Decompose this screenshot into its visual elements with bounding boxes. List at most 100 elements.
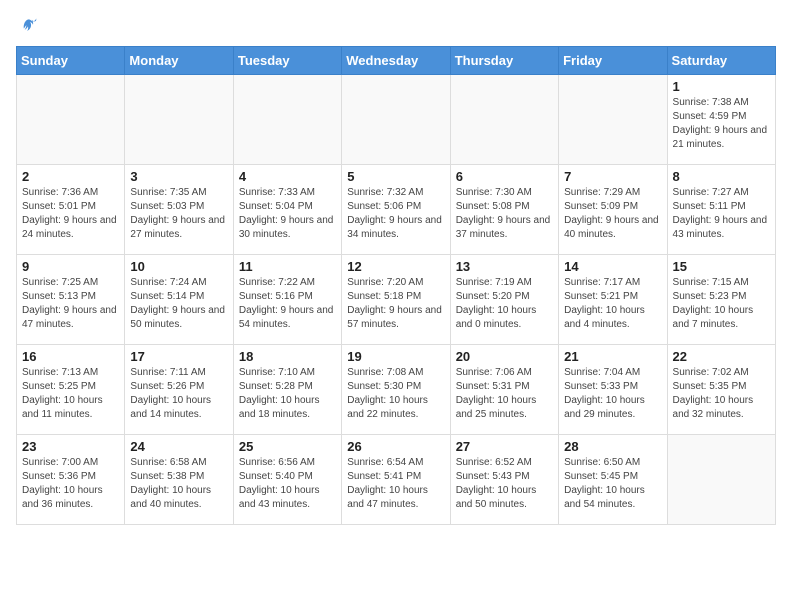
calendar-cell: 16 Sunrise: 7:13 AM Sunset: 5:25 PM Dayli… <box>17 345 125 435</box>
day-number: 3 <box>130 169 227 184</box>
day-info: Sunrise: 6:52 AM Sunset: 5:43 PM Dayligh… <box>456 456 553 512</box>
day-info: Sunrise: 7:10 AM Sunset: 5:28 PM Dayligh… <box>239 366 336 422</box>
day-number: 11 <box>239 259 336 274</box>
calendar-cell: 2 Sunrise: 7:36 AM Sunset: 5:01 PM Daylig… <box>17 165 125 255</box>
day-number: 16 <box>22 349 119 364</box>
day-info: Sunrise: 7:17 AM Sunset: 5:21 PM Dayligh… <box>564 276 661 332</box>
day-info: Sunrise: 7:15 AM Sunset: 5:23 PM Dayligh… <box>673 276 770 332</box>
weekday-header-wednesday: Wednesday <box>342 47 450 75</box>
day-info: Sunrise: 6:58 AM Sunset: 5:38 PM Dayligh… <box>130 456 227 512</box>
day-number: 13 <box>456 259 553 274</box>
day-number: 10 <box>130 259 227 274</box>
calendar-cell: 18 Sunrise: 7:10 AM Sunset: 5:28 PM Dayli… <box>233 345 341 435</box>
day-number: 19 <box>347 349 444 364</box>
day-number: 5 <box>347 169 444 184</box>
calendar-cell: 22 Sunrise: 7:02 AM Sunset: 5:35 PM Dayli… <box>667 345 775 435</box>
calendar-cell: 1 Sunrise: 7:38 AM Sunset: 4:59 PM Daylig… <box>667 75 775 165</box>
calendar-cell <box>17 75 125 165</box>
calendar-cell: 3 Sunrise: 7:35 AM Sunset: 5:03 PM Daylig… <box>125 165 233 255</box>
day-number: 12 <box>347 259 444 274</box>
day-number: 24 <box>130 439 227 454</box>
day-info: Sunrise: 7:22 AM Sunset: 5:16 PM Dayligh… <box>239 276 336 332</box>
calendar-cell <box>667 435 775 525</box>
calendar-cell: 6Sunrise: 7:30 AM Sunset: 5:08 PM Daylig… <box>450 165 558 255</box>
calendar-cell: 5Sunrise: 7:32 AM Sunset: 5:06 PM Daylig… <box>342 165 450 255</box>
calendar-cell: 20Sunrise: 7:06 AM Sunset: 5:31 PM Dayli… <box>450 345 558 435</box>
calendar-cell: 13 Sunrise: 7:19 AM Sunset: 5:20 PM Dayli… <box>450 255 558 345</box>
day-info: Sunrise: 7:36 AM Sunset: 5:01 PM Dayligh… <box>22 186 119 242</box>
day-number: 27 <box>456 439 553 454</box>
day-info: Sunrise: 7:13 AM Sunset: 5:25 PM Dayligh… <box>22 366 119 422</box>
calendar-cell: 25Sunrise: 6:56 AM Sunset: 5:40 PM Dayli… <box>233 435 341 525</box>
day-number: 23 <box>22 439 119 454</box>
calendar-cell: 27 Sunrise: 6:52 AM Sunset: 5:43 PM Dayli… <box>450 435 558 525</box>
calendar-table: SundayMondayTuesdayWednesdayThursdayFrid… <box>16 46 776 525</box>
calendar-week-row: 23 Sunrise: 7:00 AM Sunset: 5:36 PM Dayli… <box>17 435 776 525</box>
calendar-cell: 19 Sunrise: 7:08 AM Sunset: 5:30 PM Dayli… <box>342 345 450 435</box>
calendar-cell: 14 Sunrise: 7:17 AM Sunset: 5:21 PM Dayli… <box>559 255 667 345</box>
day-number: 28 <box>564 439 661 454</box>
day-number: 15 <box>673 259 770 274</box>
day-info: Sunrise: 7:25 AM Sunset: 5:13 PM Dayligh… <box>22 276 119 332</box>
weekday-header-monday: Monday <box>125 47 233 75</box>
weekday-header-row: SundayMondayTuesdayWednesdayThursdayFrid… <box>17 47 776 75</box>
calendar-cell <box>450 75 558 165</box>
calendar-cell: 7Sunrise: 7:29 AM Sunset: 5:09 PM Daylig… <box>559 165 667 255</box>
page-header <box>16 16 776 36</box>
day-info: Sunrise: 7:00 AM Sunset: 5:36 PM Dayligh… <box>22 456 119 512</box>
calendar-cell <box>125 75 233 165</box>
calendar-cell: 10 Sunrise: 7:24 AM Sunset: 5:14 PM Dayli… <box>125 255 233 345</box>
calendar-cell: 28 Sunrise: 6:50 AM Sunset: 5:45 PM Dayli… <box>559 435 667 525</box>
calendar-week-row: 9 Sunrise: 7:25 AM Sunset: 5:13 PM Daylig… <box>17 255 776 345</box>
calendar-cell: 15 Sunrise: 7:15 AM Sunset: 5:23 PM Dayli… <box>667 255 775 345</box>
day-info: Sunrise: 7:33 AM Sunset: 5:04 PM Dayligh… <box>239 186 336 242</box>
calendar-cell: 9 Sunrise: 7:25 AM Sunset: 5:13 PM Daylig… <box>17 255 125 345</box>
calendar-cell: 26 Sunrise: 6:54 AM Sunset: 5:41 PM Dayli… <box>342 435 450 525</box>
weekday-header-thursday: Thursday <box>450 47 558 75</box>
day-number: 6 <box>456 169 553 184</box>
day-number: 26 <box>347 439 444 454</box>
weekday-header-tuesday: Tuesday <box>233 47 341 75</box>
day-info: Sunrise: 7:38 AM Sunset: 4:59 PM Dayligh… <box>673 96 770 152</box>
day-number: 22 <box>673 349 770 364</box>
calendar-cell <box>342 75 450 165</box>
day-info: Sunrise: 6:50 AM Sunset: 5:45 PM Dayligh… <box>564 456 661 512</box>
day-number: 18 <box>239 349 336 364</box>
calendar-cell: 11 Sunrise: 7:22 AM Sunset: 5:16 PM Dayli… <box>233 255 341 345</box>
day-info: Sunrise: 7:08 AM Sunset: 5:30 PM Dayligh… <box>347 366 444 422</box>
day-info: Sunrise: 7:02 AM Sunset: 5:35 PM Dayligh… <box>673 366 770 422</box>
day-info: Sunrise: 7:35 AM Sunset: 5:03 PM Dayligh… <box>130 186 227 242</box>
weekday-header-sunday: Sunday <box>17 47 125 75</box>
day-number: 1 <box>673 79 770 94</box>
day-info: Sunrise: 7:29 AM Sunset: 5:09 PM Dayligh… <box>564 186 661 242</box>
calendar-cell: 17 Sunrise: 7:11 AM Sunset: 5:26 PM Dayli… <box>125 345 233 435</box>
day-info: Sunrise: 7:06 AM Sunset: 5:31 PM Dayligh… <box>456 366 553 422</box>
weekday-header-friday: Friday <box>559 47 667 75</box>
day-number: 17 <box>130 349 227 364</box>
weekday-header-saturday: Saturday <box>667 47 775 75</box>
calendar-cell: 24 Sunrise: 6:58 AM Sunset: 5:38 PM Dayli… <box>125 435 233 525</box>
day-number: 14 <box>564 259 661 274</box>
calendar-cell: 23 Sunrise: 7:00 AM Sunset: 5:36 PM Dayli… <box>17 435 125 525</box>
calendar-cell: 21Sunrise: 7:04 AM Sunset: 5:33 PM Dayli… <box>559 345 667 435</box>
calendar-cell <box>233 75 341 165</box>
day-info: Sunrise: 7:20 AM Sunset: 5:18 PM Dayligh… <box>347 276 444 332</box>
calendar-week-row: 2 Sunrise: 7:36 AM Sunset: 5:01 PM Daylig… <box>17 165 776 255</box>
day-info: Sunrise: 7:11 AM Sunset: 5:26 PM Dayligh… <box>130 366 227 422</box>
day-number: 8 <box>673 169 770 184</box>
calendar-cell: 8 Sunrise: 7:27 AM Sunset: 5:11 PM Daylig… <box>667 165 775 255</box>
calendar-week-row: 16 Sunrise: 7:13 AM Sunset: 5:25 PM Dayli… <box>17 345 776 435</box>
day-info: Sunrise: 7:19 AM Sunset: 5:20 PM Dayligh… <box>456 276 553 332</box>
logo-bird-icon <box>18 16 38 36</box>
day-number: 4 <box>239 169 336 184</box>
day-number: 21 <box>564 349 661 364</box>
day-info: Sunrise: 7:27 AM Sunset: 5:11 PM Dayligh… <box>673 186 770 242</box>
day-info: Sunrise: 6:56 AM Sunset: 5:40 PM Dayligh… <box>239 456 336 512</box>
calendar-cell <box>559 75 667 165</box>
day-info: Sunrise: 6:54 AM Sunset: 5:41 PM Dayligh… <box>347 456 444 512</box>
day-number: 9 <box>22 259 119 274</box>
calendar-cell: 4 Sunrise: 7:33 AM Sunset: 5:04 PM Daylig… <box>233 165 341 255</box>
calendar-week-row: 1 Sunrise: 7:38 AM Sunset: 4:59 PM Daylig… <box>17 75 776 165</box>
day-number: 2 <box>22 169 119 184</box>
day-info: Sunrise: 7:24 AM Sunset: 5:14 PM Dayligh… <box>130 276 227 332</box>
